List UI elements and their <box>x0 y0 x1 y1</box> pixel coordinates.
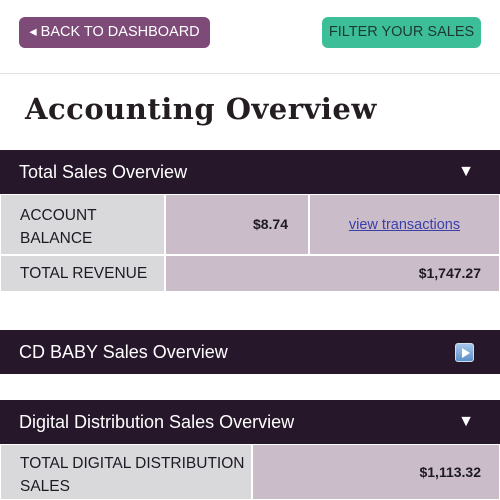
section-title: CD BABY Sales Overview <box>19 342 228 362</box>
section-header-digital-distribution[interactable]: Digital Distribution Sales Overview ▼ <box>0 400 500 444</box>
page-title: Accounting Overview <box>25 92 377 126</box>
section-title: Digital Distribution Sales Overview <box>19 412 295 432</box>
total-revenue-label: TOTAL REVENUE <box>0 255 165 292</box>
total-digital-distribution-label: TOTAL DIGITAL DISTRIBUTION SALES <box>0 444 252 500</box>
section-header-cd-baby[interactable]: CD BABY Sales Overview <box>0 330 500 374</box>
back-to-dashboard-button[interactable]: ◂ BACK TO DASHBOARD <box>19 17 210 48</box>
section-header-total-sales[interactable]: Total Sales Overview ▼ <box>0 150 500 194</box>
play-icon[interactable] <box>455 343 474 362</box>
collapse-toggle-icon[interactable]: ▼ <box>458 150 474 194</box>
total-revenue-value: $1,747.27 <box>165 255 500 292</box>
account-balance-value: $8.74 <box>165 194 309 255</box>
total-digital-distribution-value: $1,113.32 <box>252 444 500 500</box>
section-title: Total Sales Overview <box>19 162 188 182</box>
view-transactions-link[interactable]: view transactions <box>349 217 460 233</box>
collapse-toggle-icon[interactable]: ▼ <box>458 400 474 444</box>
view-transactions-cell: view transactions <box>309 194 500 255</box>
filter-sales-button[interactable]: FILTER YOUR SALES <box>322 17 481 48</box>
top-toolbar: ◂ BACK TO DASHBOARD FILTER YOUR SALES <box>0 0 500 74</box>
account-balance-label: ACCOUNT BALANCE <box>0 194 165 255</box>
